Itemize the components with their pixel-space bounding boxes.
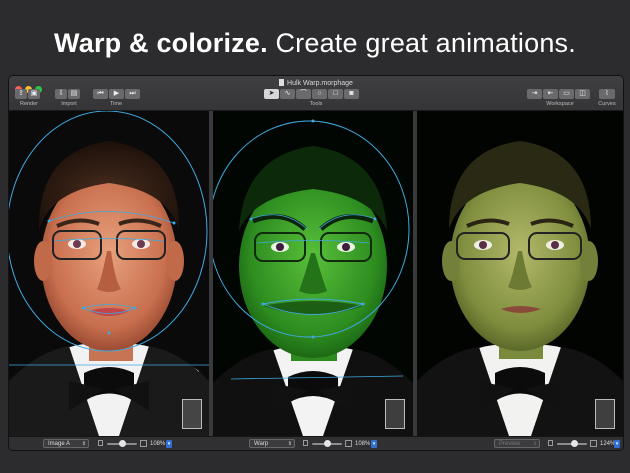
image-panes [9,111,623,436]
curve-icon: ∿ [284,90,291,97]
zoom-out-icon[interactable] [98,440,103,446]
bezier-icon: ⌒ [300,90,307,97]
warp-zoom-knob[interactable] [324,440,331,447]
preview-pane[interactable] [417,111,623,436]
curves-group: ⌇ [599,89,616,99]
square-icon: □ [333,90,338,97]
warp-pane[interactable] [213,111,413,436]
mask-tool-button[interactable]: ◙ [344,89,359,99]
chevron-down-icon: ▾ [615,441,619,447]
sidebar-icon: ◫ [579,90,586,97]
play-button[interactable]: ▶ [109,89,124,99]
mask-icon: ◙ [349,90,354,97]
play-icon: ▶ [113,90,120,97]
preview-thumbnail[interactable] [595,399,615,429]
workspace-sidebar-button[interactable]: ◫ [575,89,590,99]
import-label: Import [61,101,77,107]
share-icon: ⇪ [18,90,24,97]
document-icon [279,79,285,86]
bottom-bar: Image A ⇕ 108% ▾ Warp ⇕ 108% ▾ Preview ⇕ 12… [9,436,623,450]
previous-frame-button[interactable]: ⏮ [93,89,108,99]
preview-selector-value: Preview [499,441,521,447]
time-label: Time [109,101,123,107]
preview-zoom-knob[interactable] [571,440,578,447]
warp-zoom-value: 108% [355,441,371,447]
image-a-pane[interactable] [9,111,209,436]
workspace-group: ⇥ ⇤ ▭ ◫ [527,89,591,99]
workspace-import-button[interactable]: ⇥ [527,89,542,99]
panel-in-icon: ⇥ [531,90,538,97]
warp-zoom-slider[interactable] [312,440,342,447]
curves-label: Curves [598,101,616,107]
warp-photo [213,111,413,436]
pointer-tool-button[interactable]: ➤ [264,89,279,99]
window-title-text: Hulk Warp.morphage [287,80,353,87]
zoom-in-icon[interactable] [140,440,147,447]
image-a-thumbnail[interactable] [182,399,202,429]
render-group: ⇪ ▣ [15,89,41,99]
chevron-down-icon: ▾ [372,441,376,447]
curves-button[interactable]: ⌇ [599,89,615,99]
monitor-icon: ▭ [563,90,570,97]
rectangle-tool-button[interactable]: □ [328,89,343,99]
workspace-export-button[interactable]: ⇤ [543,89,558,99]
chevron-updown-icon: ⇕ [287,441,292,447]
curve-tool-button[interactable]: ∿ [280,89,295,99]
skip-back-icon: ⏮ [97,90,104,97]
zoom-out-icon[interactable] [548,440,553,446]
image-a-zoom-knob[interactable] [119,440,126,447]
workspace-single-button[interactable]: ▭ [559,89,574,99]
headline: Warp & colorize. Create great animations… [0,28,630,59]
tools-label: Tools [309,101,323,107]
image-a-zoom-value: 108% [150,441,166,447]
warp-selector-value: Warp [254,441,269,447]
zoom-in-icon[interactable] [345,440,352,447]
circle-icon: ○ [317,90,322,97]
app-window: Hulk Warp.morphage ⇪ ▣ Render ⇩ ▤ Import ⏮… [8,75,624,451]
warp-thumbnail[interactable] [385,399,405,429]
zoom-in-icon[interactable] [590,440,597,447]
title-bar: Hulk Warp.morphage ⇪ ▣ Render ⇩ ▤ Import ⏮… [9,76,623,111]
zoom-out-icon[interactable] [303,440,308,446]
arrow-pointer-icon: ➤ [268,90,275,97]
photo-icon: ▤ [70,90,78,97]
warp-zoom-stepper[interactable]: ▾ [371,440,377,448]
workspace-label: Workspace [546,101,574,107]
tools-group: ➤ ∿ ⌒ ○ □ ◙ [264,89,360,99]
window-title: Hulk Warp.morphage [9,79,623,87]
render-movie-button[interactable]: ▣ [28,89,40,99]
headline-bold: Warp & colorize. [54,28,268,58]
render-label: Render [19,101,39,107]
chevron-updown-icon: ⇕ [81,441,86,447]
ellipse-tool-button[interactable]: ○ [312,89,327,99]
preview-zoom-stepper[interactable]: ▾ [614,440,620,448]
camera-icon: ▣ [30,90,38,97]
image-a-photo [9,111,209,436]
import-file-button[interactable]: ⇩ [55,89,67,99]
next-frame-button[interactable]: ⏭ [125,89,140,99]
curves-graph-icon: ⌇ [605,90,609,97]
time-group: ⏮ ▶ ⏭ [93,89,141,99]
import-photo-button[interactable]: ▤ [68,89,80,99]
headline-rest: Create great animations. [267,28,576,58]
image-a-zoom-slider[interactable] [107,440,137,447]
bezier-tool-button[interactable]: ⌒ [296,89,311,99]
preview-selector[interactable]: Preview ⇕ [494,439,540,448]
warp-selector[interactable]: Warp ⇕ [249,439,295,448]
preview-photo [417,111,623,436]
skip-forward-icon: ⏭ [129,90,136,97]
panel-out-icon: ⇤ [547,90,554,97]
chevron-down-icon: ▾ [167,441,171,447]
chevron-updown-icon: ⇕ [532,441,537,447]
image-a-selector-value: Image A [48,441,71,447]
render-share-button[interactable]: ⇪ [15,89,27,99]
image-a-zoom-stepper[interactable]: ▾ [166,440,172,448]
preview-zoom-slider[interactable] [557,440,587,447]
image-a-selector[interactable]: Image A ⇕ [43,439,89,448]
import-group: ⇩ ▤ [55,89,81,99]
import-icon: ⇩ [58,90,64,97]
